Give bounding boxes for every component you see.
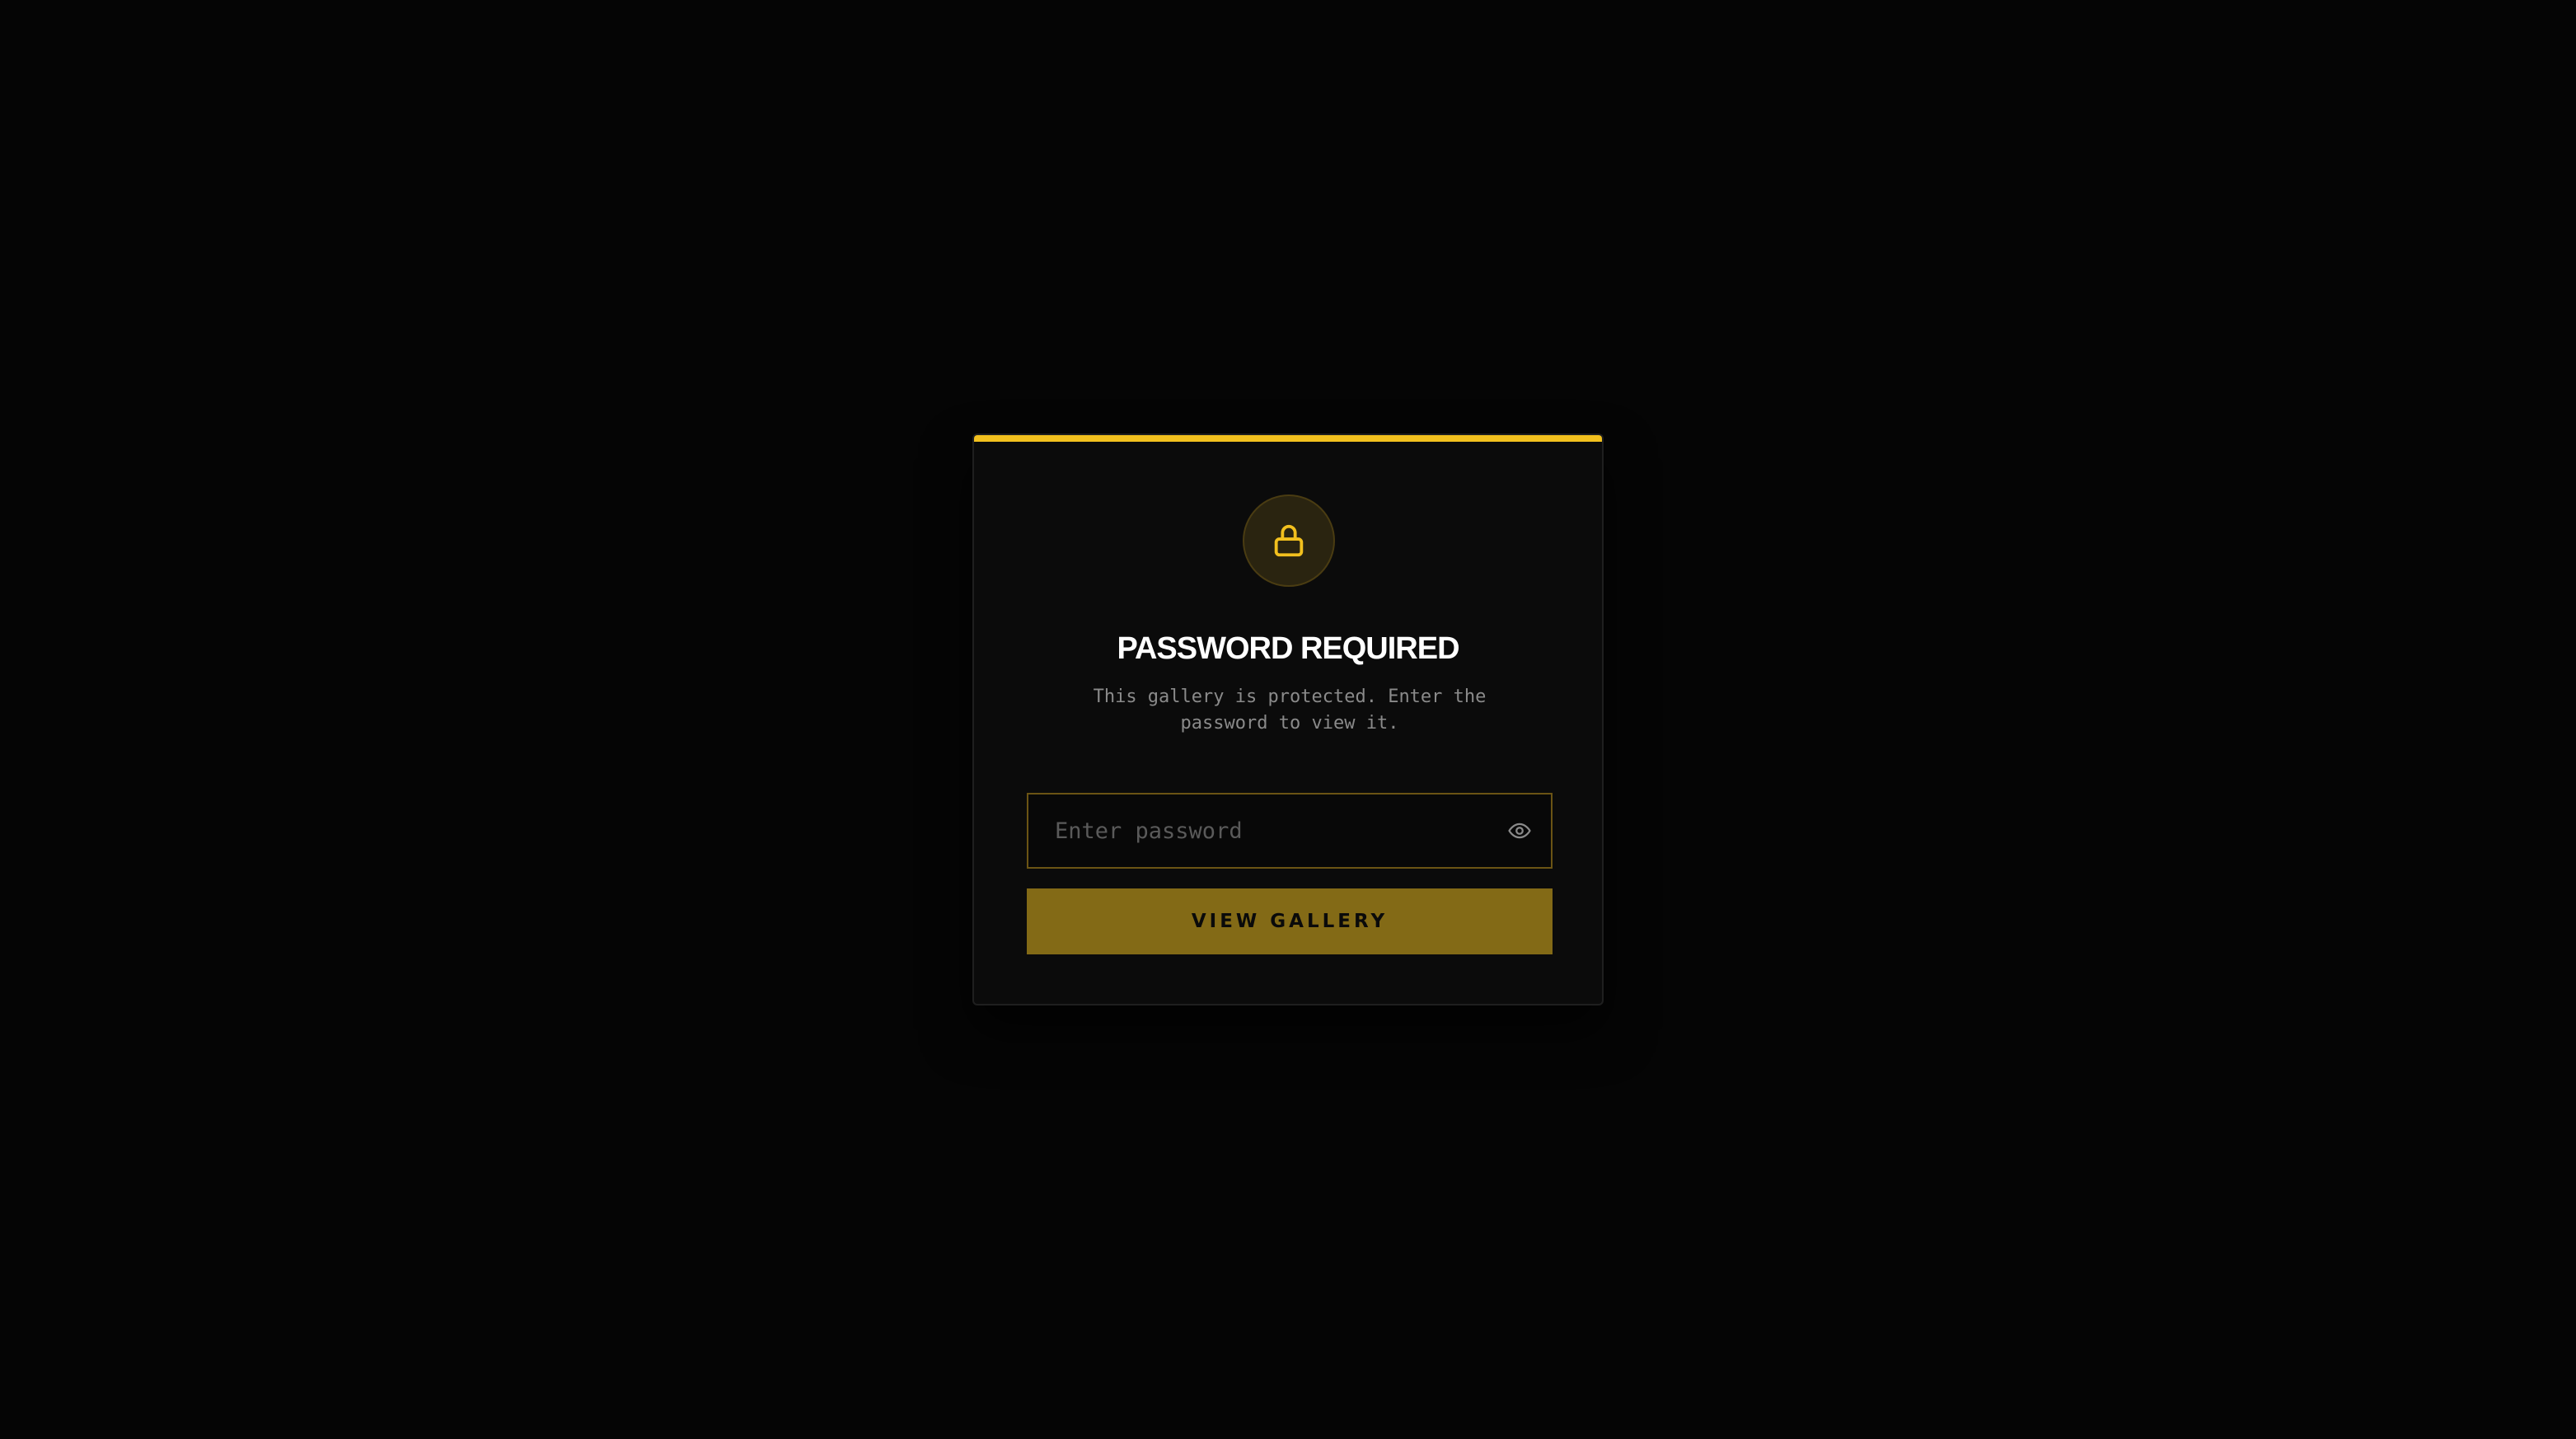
dialog-description: This gallery is protected. Enter the pas…: [1093, 687, 1487, 734]
lock-badge: [1243, 495, 1335, 587]
password-input[interactable]: [1028, 794, 1506, 867]
view-gallery-button[interactable]: VIEW GALLERY: [1027, 888, 1553, 954]
show-password-toggle[interactable]: [1506, 818, 1533, 844]
eye-icon: [1508, 823, 1531, 839]
accent-bar: [974, 435, 1602, 442]
password-dialog: PASSWORD REQUIRED This gallery is protec…: [972, 434, 1604, 1005]
dialog-title: PASSWORD REQUIRED: [1117, 631, 1459, 666]
password-field: [1027, 793, 1553, 869]
lock-icon: [1274, 524, 1304, 557]
